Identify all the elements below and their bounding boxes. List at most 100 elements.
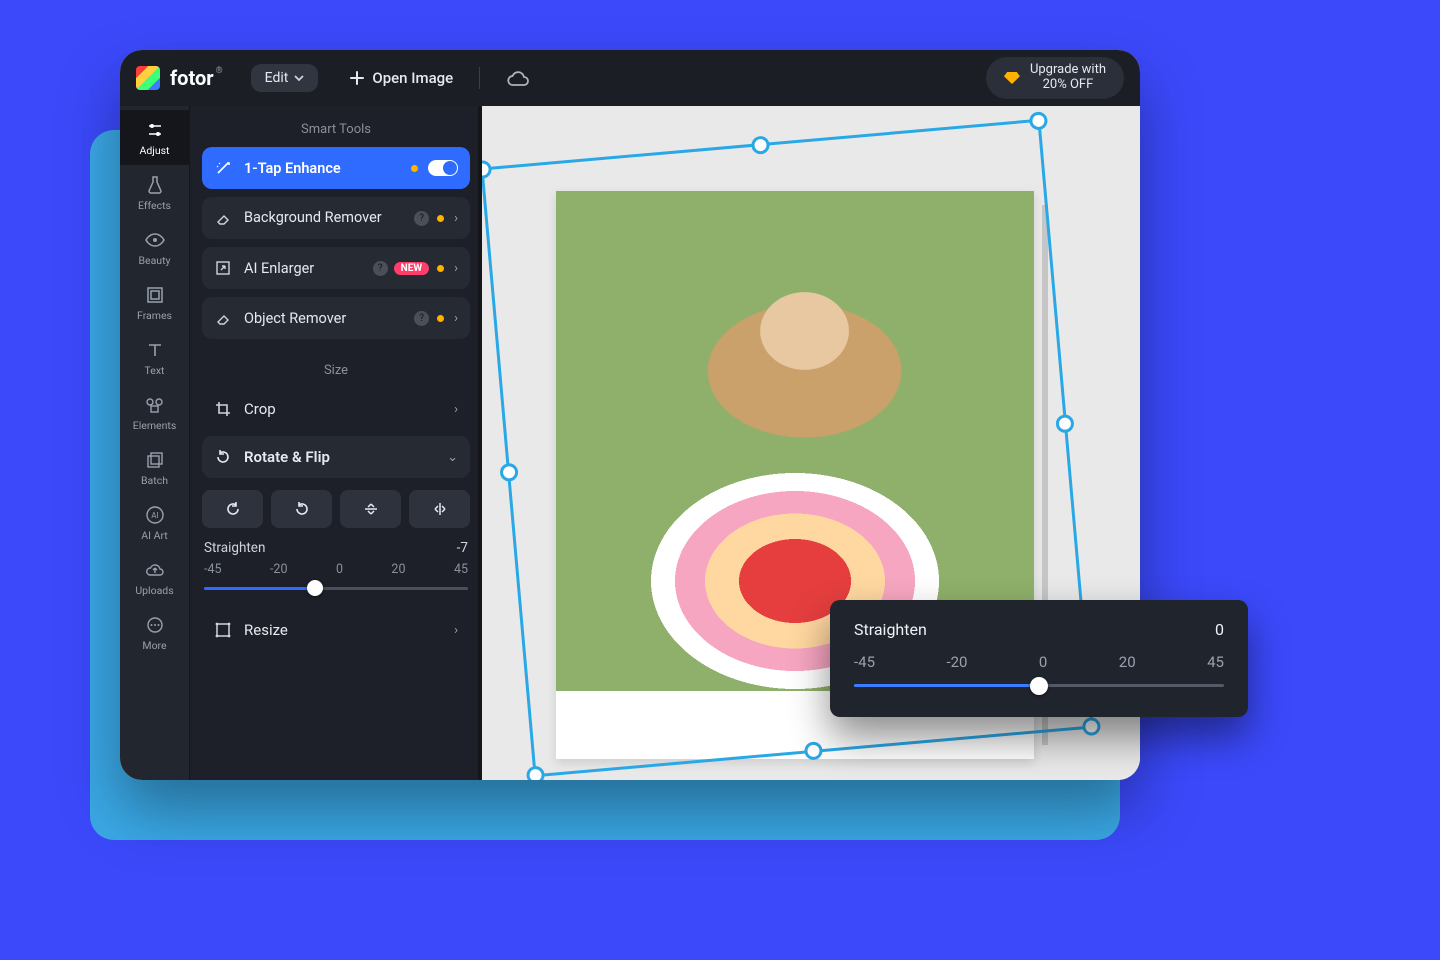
slider-knob[interactable] [1030,677,1048,695]
handle-bottom-right[interactable] [1082,717,1102,737]
tick-label: -45 [204,562,222,577]
tool-ai-enlarger[interactable]: AI Enlarger ? NEW › [202,247,470,289]
separator [479,67,480,89]
straighten-popup: Straighten 0 -45 -20 0 20 45 [830,600,1248,717]
tool-panel: Smart Tools 1-Tap Enhance Background Rem… [190,106,482,780]
rail-item-aiart[interactable]: AI AI Art [120,495,189,550]
premium-dot-icon [437,315,444,322]
rotate-ccw-button[interactable] [271,490,332,528]
upgrade-button[interactable]: Upgrade with 20% OFF [986,57,1124,99]
eraser-icon [214,309,232,327]
open-image-label: Open Image [372,69,453,87]
rail-item-beauty[interactable]: Beauty [120,220,189,275]
rail-label: More [142,639,166,652]
premium-dot-icon [437,215,444,222]
flip-horizontal-button[interactable] [409,490,470,528]
eraser-icon [214,209,232,227]
chevron-down-icon: ⌄ [447,450,458,465]
handle-top-mid[interactable] [751,135,771,155]
resize-icon [214,622,232,638]
rail-item-adjust[interactable]: Adjust [120,110,189,165]
edit-menu[interactable]: Edit [251,64,319,92]
straighten-value: -7 [457,540,468,556]
flask-icon [145,175,165,195]
slider-fill [854,684,1039,687]
tool-label: Rotate & Flip [244,448,447,466]
chevron-right-icon: › [454,623,458,638]
rail-item-batch[interactable]: Batch [120,440,189,495]
tool-rotate-flip[interactable]: Rotate & Flip ⌄ [202,436,470,478]
rail-item-effects[interactable]: Effects [120,165,189,220]
handle-mid-right[interactable] [1055,414,1075,434]
rail-label: Frames [137,309,172,322]
rail-item-uploads[interactable]: Uploads [120,550,189,605]
chevron-right-icon: › [454,261,458,276]
tick-label: 45 [1207,653,1224,671]
straighten-slider[interactable] [204,581,468,595]
new-badge: NEW [394,262,429,275]
upload-icon [145,560,165,580]
tool-resize[interactable]: Resize › [202,609,470,651]
straighten-ticks: -45 -20 0 20 45 [202,562,470,581]
slider-knob[interactable] [307,580,323,596]
handle-mid-left[interactable] [499,463,519,483]
section-title-size: Size [202,363,470,378]
slider-fill [204,587,315,590]
popup-ticks: -45 -20 0 20 45 [854,653,1224,671]
straighten-header: Straighten -7 [204,540,468,556]
tool-crop[interactable]: Crop › [202,388,470,430]
rotate-ccw-icon [294,501,310,517]
tool-label: Object Remover [244,310,408,327]
svg-text:AI: AI [151,511,158,520]
wand-icon [214,159,232,177]
handle-top-left[interactable] [482,160,492,180]
frame-icon [145,285,165,305]
tool-object-remover[interactable]: Object Remover ? › [202,297,470,339]
text-icon [145,340,165,360]
cloud-icon [506,69,530,87]
rotate-flip-buttons [202,490,470,528]
cloud-sync-button[interactable] [506,69,530,87]
flip-vertical-button[interactable] [340,490,401,528]
premium-dot-icon [411,165,418,172]
help-icon[interactable]: ? [414,311,429,326]
sliders-icon [145,120,165,140]
tick-label: 0 [336,562,343,577]
rail-item-elements[interactable]: Elements [120,385,189,440]
handle-top-right[interactable] [1029,111,1049,131]
rail-label: Adjust [140,144,170,157]
open-image-button[interactable]: Open Image [350,69,453,87]
popup-straighten-label: Straighten [854,620,927,639]
tick-label: 0 [1039,653,1047,671]
tick-label: 45 [454,562,468,577]
rail-label: Elements [133,419,177,432]
rotate-cw-button[interactable] [202,490,263,528]
tick-label: 20 [391,562,405,577]
onetap-toggle[interactable] [428,160,458,176]
handle-bottom-left[interactable] [526,765,546,780]
tool-bg-remover[interactable]: Background Remover ? › [202,197,470,239]
plus-icon [350,71,364,85]
rail-item-frames[interactable]: Frames [120,275,189,330]
chevron-right-icon: › [454,311,458,326]
popup-slider[interactable] [854,677,1224,695]
rail-label: Effects [138,199,171,212]
help-icon[interactable]: ? [373,261,388,276]
help-icon[interactable]: ? [414,211,429,226]
tool-onetap-enhance[interactable]: 1-Tap Enhance [202,147,470,189]
tool-label: Crop [244,400,454,418]
rail-item-more[interactable]: More [120,605,189,660]
rotate-icon [214,449,232,465]
brand-logo-icon [136,66,160,90]
tick-label: 20 [1119,653,1136,671]
brand-name: fotor® [170,66,223,90]
tool-label: 1-Tap Enhance [244,160,403,177]
rail-item-text[interactable]: Text [120,330,189,385]
tool-label: AI Enlarger [244,260,367,277]
tick-label: -20 [946,653,967,671]
flip-vertical-icon [363,501,379,517]
shapes-icon [145,395,165,415]
chevron-down-icon [294,74,304,82]
more-icon [145,615,165,635]
rail-label: AI Art [141,529,167,542]
